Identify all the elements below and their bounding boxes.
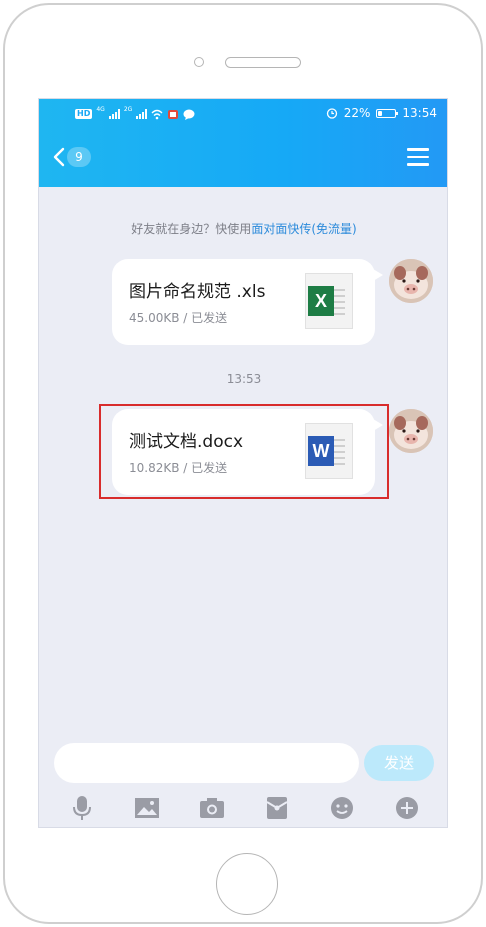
back-button[interactable]: 9 [53,145,91,169]
earpiece-speaker [225,57,301,68]
red-packet-button[interactable] [263,794,291,822]
message-input[interactable] [54,743,359,783]
avatar[interactable] [389,409,433,453]
battery-percent: 22% [343,106,371,120]
avatar[interactable] [389,259,433,303]
message-bubble-icon [183,109,195,120]
camera-button[interactable] [198,794,226,822]
emoji-icon [330,797,353,819]
notice-text: 好友就在身边？快使用 [131,222,252,236]
excel-icon: X [305,273,353,329]
red-packet-icon [265,797,288,819]
clock: 13:54 [402,106,437,120]
network-label: 2G [123,106,133,113]
camera-icon [199,798,224,818]
menu-icon [407,148,429,151]
signal-icon [108,109,120,119]
status-right: 22% 13:54 [326,105,437,121]
image-icon [134,798,159,818]
signal-icon [136,109,148,119]
nearby-transfer-notice: 好友就在身边？快使用面对面快传(免流量) [39,220,447,237]
face-to-face-transfer-link[interactable]: 面对面快传(免流量) [251,222,356,236]
wifi-icon [151,109,163,119]
app-notification-icon [168,109,179,119]
emoji-button[interactable] [328,794,356,822]
status-icons: HD 4G 2G [75,107,195,121]
battery-icon [376,108,399,118]
more-button[interactable] [393,794,421,822]
header-bar: HD 4G 2G 22% 13:54 9 [39,99,447,187]
menu-button[interactable] [407,148,429,166]
home-button[interactable] [216,853,278,915]
highlight-annotation-box [99,404,389,499]
send-button[interactable]: 发送 [364,745,434,781]
network-label: 4G [96,106,105,113]
avatar-image [389,409,433,453]
avatar-image [389,259,433,303]
file-meta: 45.00KB / 已发送 [129,311,228,325]
input-toolbar [39,789,447,827]
file-message-card[interactable]: 图片命名规范 .xls 45.00KB / 已发送 X [112,259,383,345]
front-camera [194,57,204,67]
alarm-icon [326,108,337,119]
file-name: 图片命名规范 .xls [129,282,266,302]
unread-count-badge: 9 [67,147,91,167]
chat-screen: HD 4G 2G 22% 13:54 9 好友就在身边？快使用面对面快传(免流量… [38,98,448,828]
image-button[interactable] [133,794,161,822]
composer: 发送 [39,743,447,783]
excel-icon-letter: X [308,286,334,316]
hd-icon: HD [75,109,93,119]
plus-icon [395,797,418,819]
microphone-icon [72,796,91,820]
microphone-button[interactable] [68,794,96,822]
message-timestamp: 13:53 [226,372,262,386]
chevron-left-icon [53,147,65,167]
